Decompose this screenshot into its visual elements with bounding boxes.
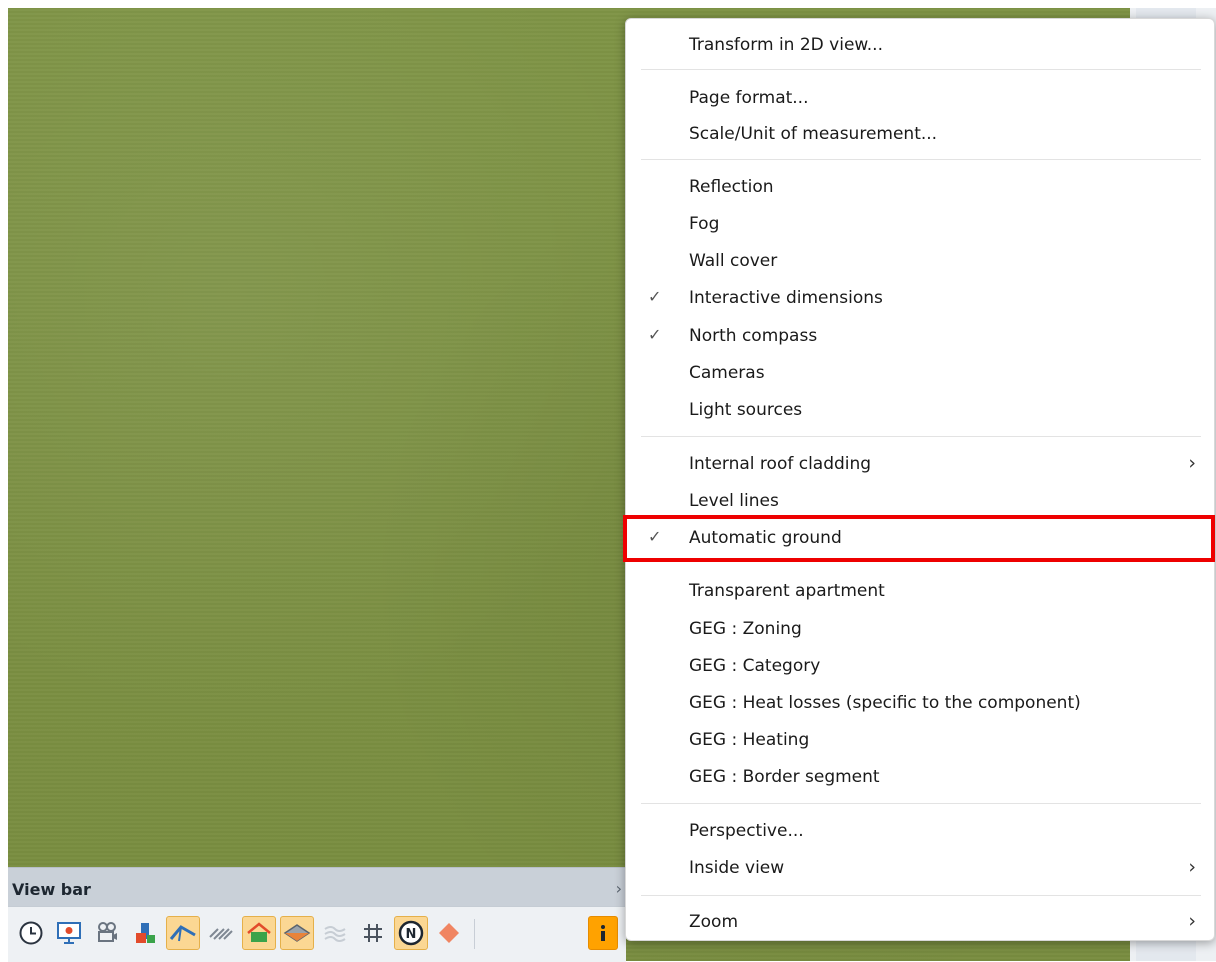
menu-item-fog[interactable]: Fog — [626, 207, 1216, 243]
menu-item-label: Perspective... — [689, 821, 804, 841]
menu-item-page-format[interactable]: Page format... — [626, 81, 1216, 117]
menu-item-internal-roof-cladding[interactable]: Internal roof cladding › — [626, 447, 1216, 483]
menu-item-geg-border-segment[interactable]: GEG : Border segment — [626, 760, 1216, 796]
menu-item-transform-2d[interactable]: Transform in 2D view... — [626, 28, 1216, 64]
view-bar-collapse-icon[interactable]: › — [616, 879, 622, 898]
check-icon: ✓ — [648, 527, 662, 546]
view-bar-header: View bar › — [8, 867, 626, 907]
menu-item-light-sources[interactable]: Light sources — [626, 393, 1216, 429]
menu-item-inside-view[interactable]: Inside view › — [626, 851, 1216, 887]
menu-item-label: Transparent apartment — [689, 581, 885, 601]
menu-item-geg-zoning[interactable]: GEG : Zoning — [626, 612, 1216, 648]
menu-item-label: GEG : Border segment — [689, 767, 880, 787]
check-icon: ✓ — [648, 325, 662, 344]
toolbar-separator — [474, 919, 475, 949]
svg-text:N: N — [406, 927, 417, 942]
context-menu: Transform in 2D view... Page format... S… — [623, 18, 1216, 941]
check-icon: ✓ — [648, 287, 662, 306]
hatch-icon[interactable] — [204, 916, 238, 950]
menu-item-zoom[interactable]: Zoom › — [626, 905, 1216, 941]
info-icon[interactable] — [588, 916, 618, 950]
menu-item-label: Scale/Unit of measurement... — [689, 124, 938, 144]
menu-item-label: Page format... — [689, 88, 809, 108]
menu-item-label: North compass — [689, 326, 818, 346]
menu-item-label: Level lines — [689, 491, 779, 511]
menu-divider — [641, 895, 1201, 896]
menu-item-label: GEG : Heat losses (specific to the compo… — [689, 693, 1081, 713]
chevron-right-icon: › — [1188, 910, 1196, 932]
chevron-right-icon: › — [1188, 452, 1196, 474]
menu-divider — [641, 159, 1201, 160]
menu-item-label: Reflection — [689, 177, 774, 197]
menu-divider — [641, 803, 1201, 804]
view-bar-toolbar: N — [8, 906, 626, 962]
view-bar-title: View bar — [12, 880, 91, 899]
menu-item-label: GEG : Zoning — [689, 619, 802, 639]
camera-icon[interactable] — [90, 916, 124, 950]
menu-item-interactive-dimensions[interactable]: ✓ Interactive dimensions — [626, 281, 1216, 317]
menu-item-label: Transform in 2D view... — [689, 35, 883, 55]
menu-item-level-lines[interactable]: Level lines — [626, 484, 1216, 520]
menu-item-north-compass[interactable]: ✓ North compass — [626, 319, 1216, 355]
clock-icon[interactable] — [14, 916, 48, 950]
menu-item-perspective[interactable]: Perspective... — [626, 814, 1216, 850]
menu-item-automatic-ground[interactable]: ✓ Automatic ground — [626, 521, 1216, 557]
grid-icon[interactable] — [356, 916, 390, 950]
presentation-icon[interactable] — [52, 916, 86, 950]
menu-item-reflection[interactable]: Reflection — [626, 170, 1216, 206]
ground-icon[interactable] — [280, 916, 314, 950]
menu-divider — [641, 436, 1201, 437]
menu-divider — [641, 69, 1201, 70]
menu-item-label: Light sources — [689, 400, 803, 420]
menu-item-label: Cameras — [689, 363, 765, 383]
layers-icon[interactable] — [128, 916, 162, 950]
menu-item-label: Automatic ground — [689, 528, 842, 548]
menu-item-label: GEG : Category — [689, 656, 821, 676]
menu-item-geg-heating[interactable]: GEG : Heating — [626, 723, 1216, 759]
menu-item-label: Fog — [689, 214, 720, 234]
wave-icon[interactable] — [318, 916, 352, 950]
menu-item-label: Zoom — [689, 912, 739, 932]
house-view-icon[interactable] — [242, 916, 276, 950]
menu-item-label: Inside view — [689, 858, 785, 878]
menu-item-label: Interactive dimensions — [689, 288, 883, 308]
menu-item-wall-cover[interactable]: Wall cover — [626, 244, 1216, 280]
chevron-right-icon: › — [1188, 856, 1196, 878]
menu-item-label: Wall cover — [689, 251, 778, 271]
roof-view-icon[interactable] — [166, 916, 200, 950]
north-compass-icon[interactable]: N — [394, 916, 428, 950]
menu-item-geg-category[interactable]: GEG : Category — [626, 649, 1216, 685]
menu-item-scale-unit[interactable]: Scale/Unit of measurement... — [626, 117, 1216, 153]
menu-item-geg-heat-losses[interactable]: GEG : Heat losses (specific to the compo… — [626, 686, 1216, 722]
menu-item-transparent-apartment[interactable]: Transparent apartment — [626, 574, 1216, 610]
menu-item-label: Internal roof cladding — [689, 454, 872, 474]
menu-item-label: GEG : Heating — [689, 730, 810, 750]
diamond-icon[interactable] — [432, 916, 466, 950]
menu-item-cameras[interactable]: Cameras — [626, 356, 1216, 392]
